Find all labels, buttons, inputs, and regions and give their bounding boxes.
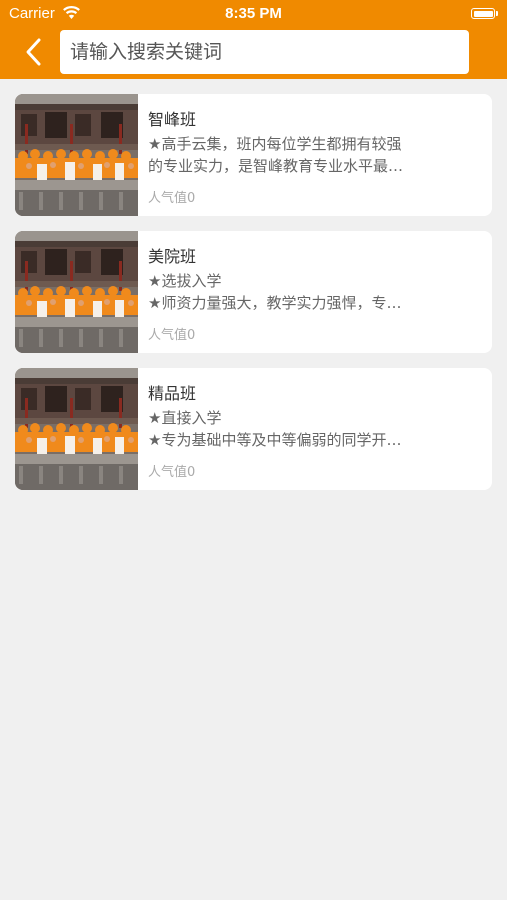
popularity-label: 人气值0 bbox=[148, 328, 196, 343]
status-bar: Carrier 8:35 PM bbox=[0, 0, 507, 28]
battery-icon bbox=[471, 8, 495, 19]
course-card[interactable]: 智峰班 ★高手云集，班内每位学生都拥有较强 的专业实力，是智峰教育专业水平最… … bbox=[15, 94, 492, 216]
back-button[interactable] bbox=[20, 36, 48, 68]
course-desc-line: ★专为基础中等及中等偏弱的同学开… bbox=[148, 431, 402, 449]
course-photo bbox=[15, 231, 138, 353]
course-photo bbox=[15, 368, 138, 490]
course-description: ★选拔入学 ★师资力量强大，教学实力强悍，专… bbox=[148, 270, 468, 314]
course-photo bbox=[15, 94, 138, 216]
course-description: ★高手云集，班内每位学生都拥有较强 的专业实力，是智峰教育专业水平最… bbox=[148, 133, 468, 177]
battery-tip bbox=[496, 11, 498, 16]
course-desc-line: ★直接入学 bbox=[148, 409, 222, 427]
nav-header: Carrier 8:35 PM bbox=[0, 0, 507, 79]
course-title: 智峰班 bbox=[148, 110, 197, 129]
course-card[interactable]: 精品班 ★直接入学 ★专为基础中等及中等偏弱的同学开… 人气值0 bbox=[15, 368, 492, 490]
course-desc-line: ★高手云集，班内每位学生都拥有较强 bbox=[148, 135, 402, 153]
popularity-label: 人气值0 bbox=[148, 191, 196, 206]
search-input[interactable] bbox=[60, 30, 469, 74]
clock: 8:35 PM bbox=[225, 5, 282, 22]
course-desc-line: ★师资力量强大，教学实力强悍，专… bbox=[148, 294, 402, 312]
course-desc-line: ★选拔入学 bbox=[148, 272, 222, 290]
course-description: ★直接入学 ★专为基础中等及中等偏弱的同学开… bbox=[148, 407, 468, 451]
chevron-left-icon bbox=[26, 38, 41, 66]
course-card[interactable]: 美院班 ★选拔入学 ★师资力量强大，教学实力强悍，专… 人气值0 bbox=[15, 231, 492, 353]
course-title: 美院班 bbox=[148, 247, 197, 266]
course-desc-line: 的专业实力，是智峰教育专业水平最… bbox=[148, 157, 404, 175]
popularity-label: 人气值0 bbox=[148, 465, 196, 480]
search-box[interactable] bbox=[60, 30, 469, 74]
course-title: 精品班 bbox=[148, 384, 197, 403]
